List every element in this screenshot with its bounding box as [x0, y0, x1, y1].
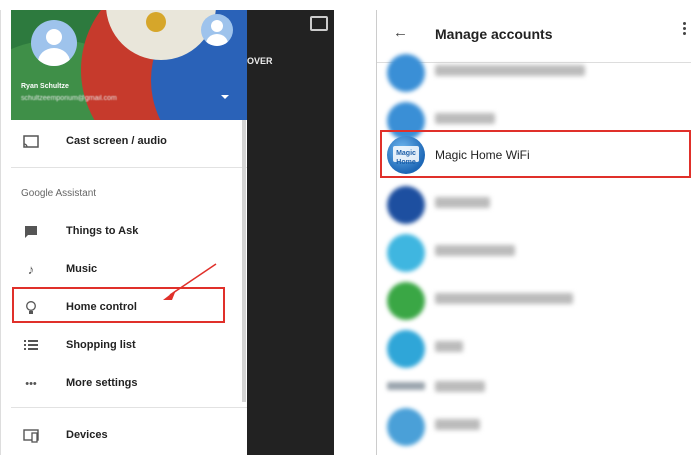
list-item[interactable]	[377, 402, 691, 450]
list-item[interactable]	[377, 276, 691, 324]
account-name-blurred	[435, 341, 463, 352]
list-item[interactable]	[377, 48, 691, 96]
account-logo	[387, 330, 425, 368]
account-logo	[387, 382, 425, 390]
account-logo	[387, 408, 425, 446]
page-title: Manage accounts	[435, 26, 553, 42]
account-name-blurred	[435, 113, 495, 124]
back-arrow-icon[interactable]: ←	[393, 24, 408, 41]
overflow-menu-icon[interactable]	[683, 22, 686, 37]
account-logo	[387, 54, 425, 92]
right-phone-screen: ← Manage accounts Magic Home Magic Home W…	[376, 10, 691, 455]
account-name-blurred	[435, 381, 485, 392]
list-item[interactable]	[377, 228, 691, 276]
account-logo	[387, 282, 425, 320]
highlight-box-magic-home-wifi	[380, 130, 691, 178]
account-logo	[387, 186, 425, 224]
account-name-blurred	[435, 293, 573, 304]
list-item[interactable]	[377, 180, 691, 228]
account-logo	[387, 234, 425, 272]
account-name-blurred	[435, 245, 515, 256]
account-name-blurred	[435, 197, 490, 208]
account-name-blurred	[435, 65, 585, 76]
account-name-blurred	[435, 419, 480, 430]
